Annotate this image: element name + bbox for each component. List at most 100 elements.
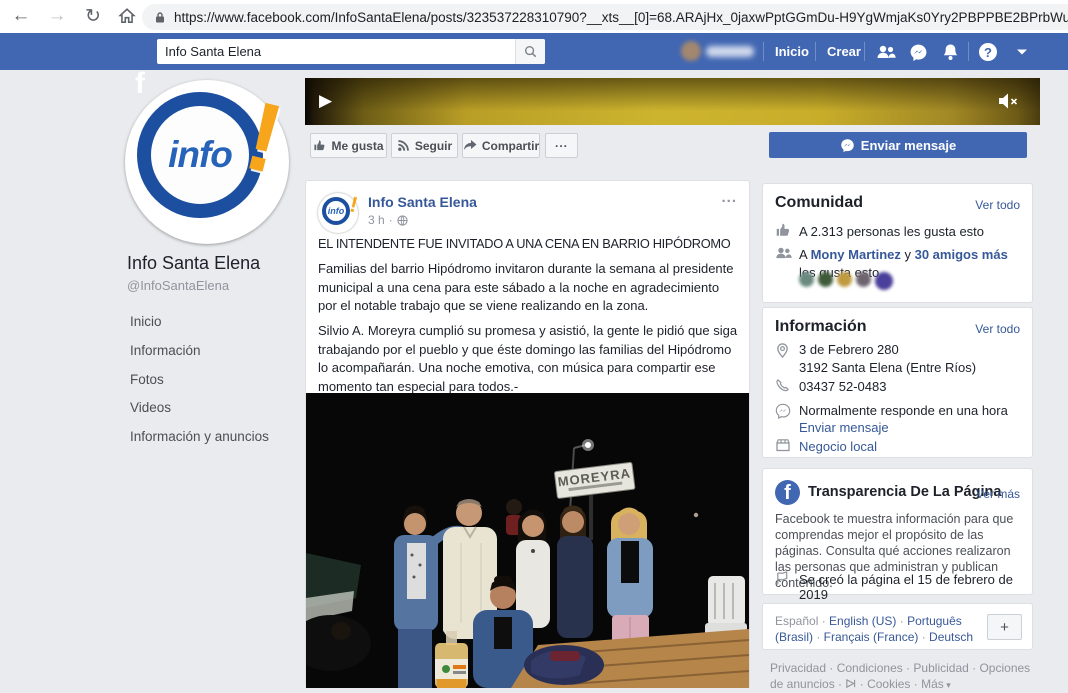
friend-avatar[interactable] xyxy=(875,272,893,290)
user-avatar[interactable] xyxy=(681,41,701,61)
friend-requests-icon[interactable] xyxy=(876,42,896,62)
friends-more-link[interactable]: 30 amigos más xyxy=(915,247,1008,262)
footer-link-privacidad[interactable]: Privacidad xyxy=(770,661,837,675)
more-actions-button[interactable]: ... xyxy=(545,133,578,158)
follow-label: Seguir xyxy=(415,139,452,153)
community-see-all-link[interactable]: Ver todo xyxy=(975,198,1020,212)
community-card: Comunidad Ver todo A 2.313 personas les … xyxy=(762,183,1033,303)
info-see-all-link[interactable]: Ver todo xyxy=(975,322,1020,336)
page-created-line: Se creó la página el 15 de febrero de 20… xyxy=(799,572,1032,602)
help-icon[interactable]: ? xyxy=(978,42,998,62)
mute-icon[interactable] xyxy=(996,90,1020,112)
user-name-blurred[interactable] xyxy=(706,46,754,57)
navbar-divider xyxy=(864,42,865,61)
messenger-outline-icon xyxy=(840,138,855,153)
browser-back-icon[interactable]: ← xyxy=(8,3,34,29)
thumbs-up-icon xyxy=(775,222,792,239)
language-current: Español xyxy=(775,614,829,628)
logo-text: info xyxy=(168,134,232,176)
address-bar[interactable]: https://www.facebook.com/InfoSantaElena/… xyxy=(142,4,1068,30)
post-author-name[interactable]: Info Santa Elena xyxy=(368,194,477,210)
messenger-icon[interactable] xyxy=(908,42,928,62)
post-timestamp[interactable]: 3 h · xyxy=(368,213,408,227)
browser-toolbar: ← → ↻ https://www.facebook.com/InfoSanta… xyxy=(0,0,1068,33)
navbar-divider xyxy=(968,42,969,61)
friend-name-link[interactable]: Mony Martinez xyxy=(811,247,901,262)
url-text: https://www.facebook.com/InfoSantaElena/… xyxy=(174,10,1068,25)
post-options-menu[interactable]: ... xyxy=(721,189,737,206)
footer-link-publicidad[interactable]: Publicidad xyxy=(913,661,979,675)
language-card: EspañolEnglish (US)Português (Brasil)Fra… xyxy=(762,603,1033,650)
friends-mid: y xyxy=(901,247,915,262)
cover-video[interactable]: ▶ xyxy=(305,78,1040,125)
search-box xyxy=(157,39,545,64)
browser-forward-icon[interactable]: → xyxy=(44,3,70,29)
location-pin-icon xyxy=(775,342,792,359)
language-list: EspañolEnglish (US)Português (Brasil)Fra… xyxy=(775,613,987,645)
language-link-deutsch[interactable]: Deutsch xyxy=(929,630,973,644)
like-button[interactable]: Me gusta xyxy=(310,133,387,158)
avatar-logo-ring: info xyxy=(322,197,350,225)
ellipsis-icon: ... xyxy=(555,136,568,150)
friend-avatars-row[interactable] xyxy=(799,272,893,290)
friends-icon xyxy=(775,246,792,263)
post-time-text: 3 h xyxy=(368,213,385,227)
transparency-title: Transparencia De La Página xyxy=(808,484,1001,500)
transparency-card: f Transparencia De La Página Ver más Fac… xyxy=(762,468,1033,595)
navbar-home-link[interactable]: Inicio xyxy=(775,44,809,59)
send-message-link[interactable]: Enviar mensaje xyxy=(799,419,889,437)
sidebar-item-inicio[interactable]: Inicio xyxy=(130,314,162,329)
follow-button[interactable]: Seguir xyxy=(391,133,458,158)
notifications-bell-icon[interactable] xyxy=(940,42,960,62)
phone-number: 03437 52-0483 xyxy=(799,378,886,396)
post-photo[interactable]: MOREYRA xyxy=(306,393,749,688)
friend-avatar[interactable] xyxy=(818,272,833,287)
footer-link-cookies[interactable]: Cookies xyxy=(867,677,921,691)
share-button[interactable]: Compartir xyxy=(462,133,540,158)
footer-link-mas[interactable]: Más xyxy=(921,677,951,691)
address-line-1: 3 de Febrero 280 xyxy=(799,341,899,359)
address-line-2: 3192 Santa Elena (Entre Ríos) xyxy=(799,359,976,377)
friends-prefix: A xyxy=(799,247,811,262)
messenger-response-icon xyxy=(775,403,792,420)
avatar-logo-text: info xyxy=(328,206,345,216)
account-menu-caret-icon[interactable] xyxy=(1012,42,1032,62)
post-author-avatar[interactable]: info ! xyxy=(318,193,358,233)
search-button[interactable] xyxy=(515,39,545,64)
sidebar-item-fotos[interactable]: Fotos xyxy=(130,372,164,387)
rss-follow-icon xyxy=(397,139,410,152)
sidebar-item-videos[interactable]: Videos xyxy=(130,400,171,415)
language-link-english[interactable]: English (US) xyxy=(829,614,907,628)
browser-home-icon[interactable] xyxy=(114,3,140,29)
facebook-badge-icon: f xyxy=(775,480,800,505)
transparency-see-more-link[interactable]: Ver más xyxy=(976,487,1020,501)
share-arrow-icon xyxy=(463,139,477,152)
sidebar-item-info-anuncios[interactable]: Información y anuncios xyxy=(130,429,269,444)
navbar-create-link[interactable]: Crear xyxy=(827,44,861,59)
post-card: info ! Info Santa Elena 3 h · ... EL INT… xyxy=(305,180,750,687)
storefront-icon xyxy=(775,438,792,455)
friend-avatar[interactable] xyxy=(837,272,852,287)
post-title: EL INTENDENTE FUE INVITADO A UNA CENA EN… xyxy=(318,236,743,251)
page-title: Info Santa Elena xyxy=(127,253,260,274)
response-time: Normalmente responde en una hora xyxy=(799,402,1008,420)
add-language-button[interactable]: + xyxy=(987,614,1022,640)
category-link[interactable]: Negocio local xyxy=(799,438,877,456)
send-message-label: Enviar mensaje xyxy=(861,138,956,153)
page-profile-logo[interactable]: info ! xyxy=(125,80,289,244)
facebook-logo-icon[interactable]: f xyxy=(127,70,153,100)
navbar-divider xyxy=(815,42,816,61)
dot-separator: · xyxy=(389,213,393,227)
search-input[interactable] xyxy=(157,39,515,64)
footer-link-condiciones[interactable]: Condiciones xyxy=(837,661,914,675)
like-label: Me gusta xyxy=(331,139,383,153)
play-icon[interactable]: ▶ xyxy=(319,92,337,110)
sidebar-item-informacion[interactable]: Información xyxy=(130,343,201,358)
friend-avatar[interactable] xyxy=(799,272,814,287)
thumbs-up-icon xyxy=(313,139,326,152)
friend-avatar[interactable] xyxy=(856,272,871,287)
send-message-button[interactable]: Enviar mensaje xyxy=(769,132,1027,158)
globe-privacy-icon xyxy=(397,215,408,226)
browser-reload-icon[interactable]: ↻ xyxy=(80,3,106,29)
language-link-francais[interactable]: Français (France) xyxy=(824,630,929,644)
